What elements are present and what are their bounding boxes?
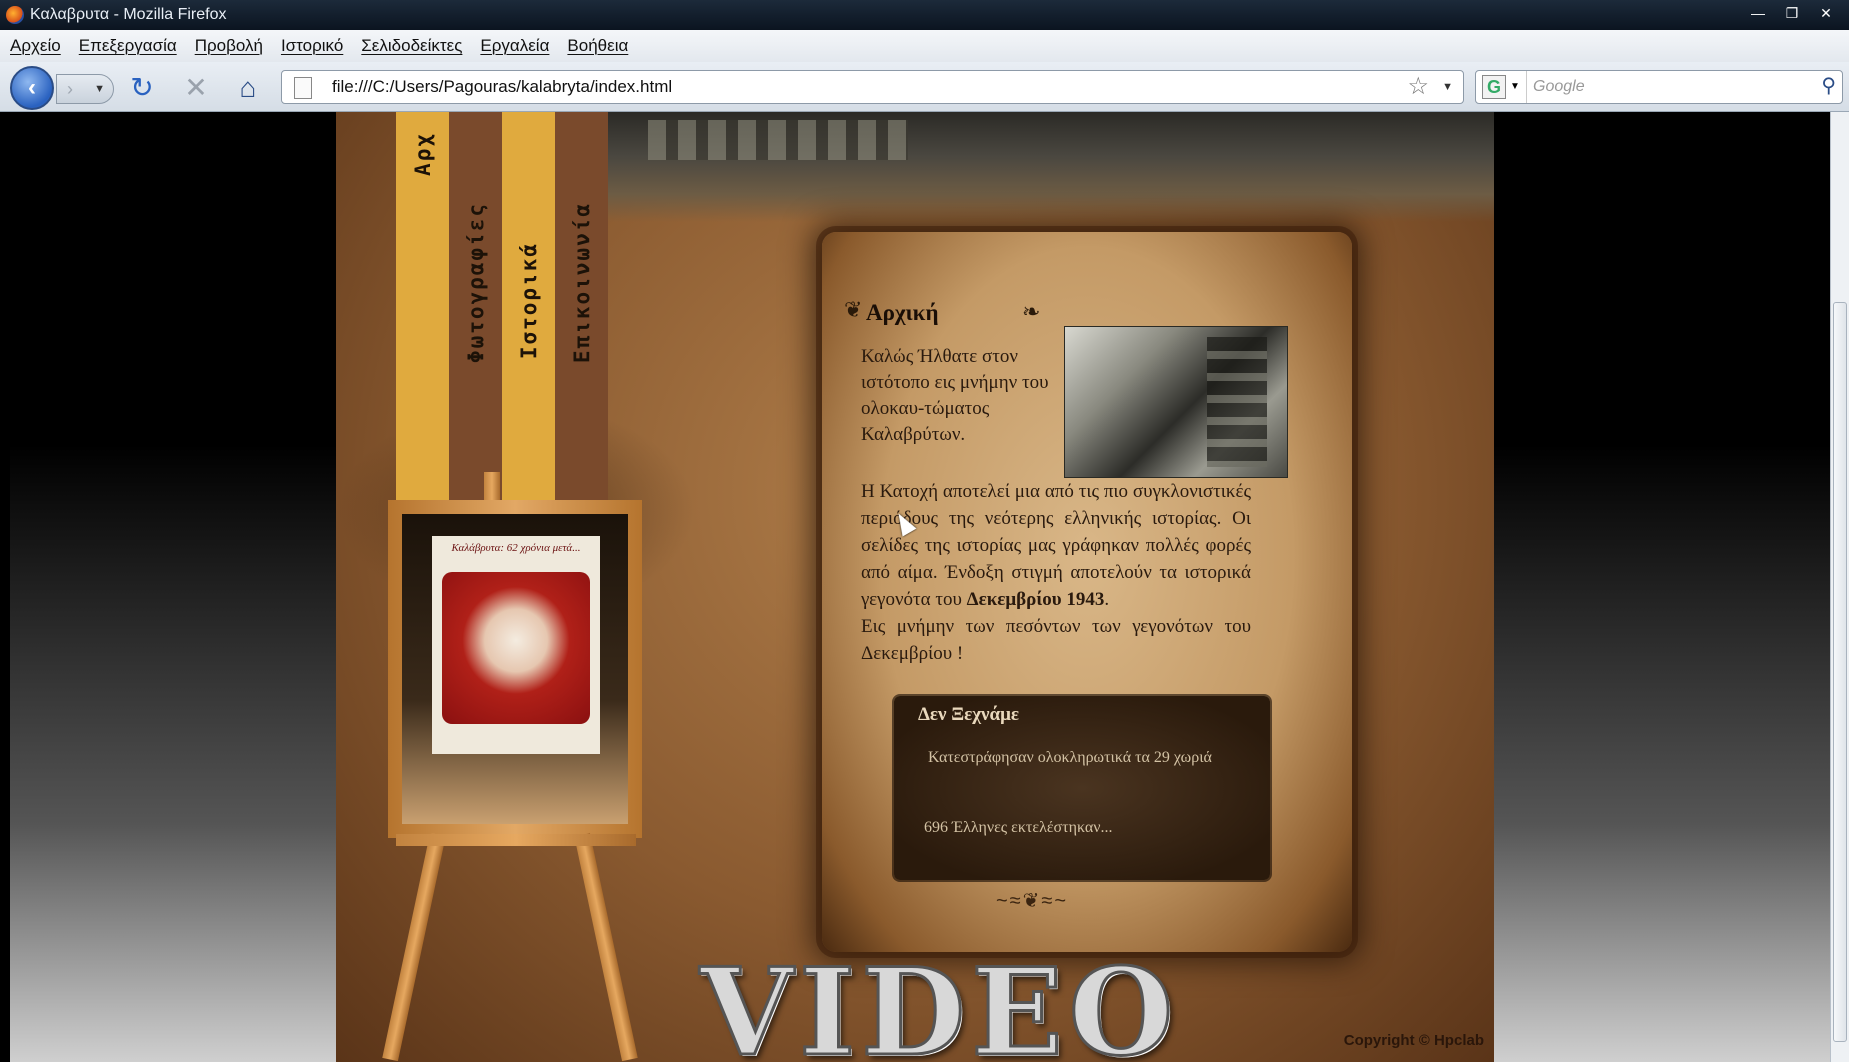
browser-window: Καλαβρυτα - Mozilla Firefox — ❐ ✕ Αρχείο… — [0, 0, 1849, 1062]
search-icon[interactable]: ⚲ — [1821, 73, 1836, 98]
window-controls: — ❐ ✕ — [1743, 2, 1841, 24]
menu-help[interactable]: Βοήθεια — [567, 36, 628, 56]
menu-bar: Αρχείο Επεξεργασία Προβολή Ιστορικό Σελι… — [0, 30, 1849, 62]
remember-line-villages: Κατεστράφησαν ολοκληρωτικά τα 29 χωριά — [928, 749, 1212, 766]
maximize-button[interactable]: ❐ — [1777, 2, 1807, 24]
easel-leg-right — [574, 832, 638, 1062]
navigation-toolbar: ‹ › ▼ ↻ ✕ ⌂ file:///C:/Users/Pagouras/kal… — [0, 62, 1849, 112]
firefox-logo-icon — [6, 6, 24, 24]
scrollbar-thumb[interactable] — [1833, 302, 1847, 1042]
nav-history-label: Ιστορικά — [516, 242, 541, 360]
copyright-text: Copyright © Hpclab — [1343, 1032, 1484, 1049]
history-dropdown-icon[interactable]: ▼ — [94, 75, 105, 103]
search-bar[interactable]: G ▼ Google ⚲ — [1475, 70, 1843, 104]
nav-home[interactable]: Αρχ — [396, 112, 449, 512]
url-text[interactable]: file:///C:/Users/Pagouras/kalabryta/inde… — [332, 71, 672, 103]
home-icon[interactable]: ⌂ — [232, 72, 264, 104]
reload-icon[interactable]: ↻ — [126, 72, 158, 104]
remember-title: Δεν Ξεχνάμε — [918, 704, 1020, 725]
easel-ledge — [396, 834, 636, 846]
nav-photos-label: Φωτογραφίες — [463, 202, 488, 364]
flourish-right-icon: ❧ — [1022, 300, 1041, 325]
page-title: Αρχική — [866, 300, 939, 325]
nav-contact[interactable]: Επικοινωνία — [555, 112, 608, 512]
page-icon — [294, 77, 312, 99]
menu-history[interactable]: Ιστορικό — [281, 36, 343, 56]
video-link[interactable]: VIDEO — [698, 941, 1179, 1062]
remember-box: Δεν Ξεχνάμε Κατεστράφησαν ολοκληρωτικά τ… — [894, 696, 1270, 880]
vertical-scrollbar[interactable] — [1830, 112, 1849, 1062]
nav-history[interactable]: Ιστορικά — [502, 112, 555, 512]
menu-bookmarks[interactable]: Σελιδοδείκτες — [361, 36, 462, 56]
menu-file[interactable]: Αρχείο — [10, 36, 61, 56]
search-input[interactable]: Google — [1526, 71, 1585, 103]
address-bar[interactable]: file:///C:/Users/Pagouras/kalabryta/inde… — [281, 70, 1464, 104]
kalavryta-photo — [1064, 326, 1288, 478]
nav-photos[interactable]: Φωτογραφίες — [449, 112, 502, 512]
close-button[interactable]: ✕ — [1811, 2, 1841, 24]
url-dropdown-icon[interactable]: ▼ — [1442, 81, 1453, 93]
easel-canvas: Καλάβρυτα: 62 χρόνια μετά... — [402, 514, 628, 824]
history-date: Δεκεμβρίου 1943 — [966, 589, 1105, 610]
bookmark-star-icon[interactable]: ☆ — [1407, 73, 1429, 101]
back-button[interactable]: ‹ — [10, 66, 54, 110]
minimize-button[interactable]: — — [1743, 2, 1773, 24]
title-bar: Καλαβρυτα - Mozilla Firefox — ❐ ✕ — [0, 0, 1849, 30]
dove-image — [442, 572, 590, 724]
history-period: . — [1104, 589, 1110, 610]
website-canvas: Αρχ Φωτογραφίες Ιστορικά Επικοινωνία Καλ… — [336, 112, 1494, 1062]
poster-title: Καλάβρυτα: 62 χρόνια μετά... — [451, 542, 581, 554]
easel-frame[interactable]: Καλάβρυτα: 62 χρόνια μετά... — [388, 500, 642, 838]
forward-button[interactable]: › ▼ — [56, 74, 114, 104]
easel-leg-left — [382, 832, 446, 1062]
site-nav: Αρχ Φωτογραφίες Ιστορικά Επικοινωνία — [396, 112, 614, 512]
bottom-flourish-icon: ~≈❦≈~ — [996, 890, 1069, 912]
menu-edit[interactable]: Επεξεργασία — [79, 36, 177, 56]
google-engine-icon[interactable]: G — [1482, 75, 1506, 99]
menu-view[interactable]: Προβολή — [195, 36, 263, 56]
welcome-text: Καλώς Ήλθατε στον ιστότοπο εις μνήμην το… — [861, 346, 1049, 445]
memorial-poster[interactable]: Καλάβρυτα: 62 χρόνια μετά... — [432, 536, 600, 754]
menu-tools[interactable]: Εργαλεία — [480, 36, 549, 56]
flourish-left-icon: ❦ — [844, 298, 863, 323]
history-text: Η Κατοχή αποτελεί μια από τις πιο συγκλο… — [861, 478, 1251, 667]
remember-line-executed: 696 Έλληνες εκτελέστηκαν... — [924, 819, 1113, 836]
engine-dropdown-icon[interactable]: ▼ — [1510, 81, 1520, 92]
nav-home-label: Αρχ — [410, 132, 435, 176]
memory-line: Εις μνήμην των πεσόντων των γεγονότων το… — [861, 616, 1251, 664]
window-title: Καλαβρυτα - Mozilla Firefox — [30, 6, 227, 23]
stop-icon[interactable]: ✕ — [180, 72, 212, 104]
header-photo — [608, 112, 1494, 222]
nav-contact-label: Επικοινωνία — [569, 202, 594, 364]
